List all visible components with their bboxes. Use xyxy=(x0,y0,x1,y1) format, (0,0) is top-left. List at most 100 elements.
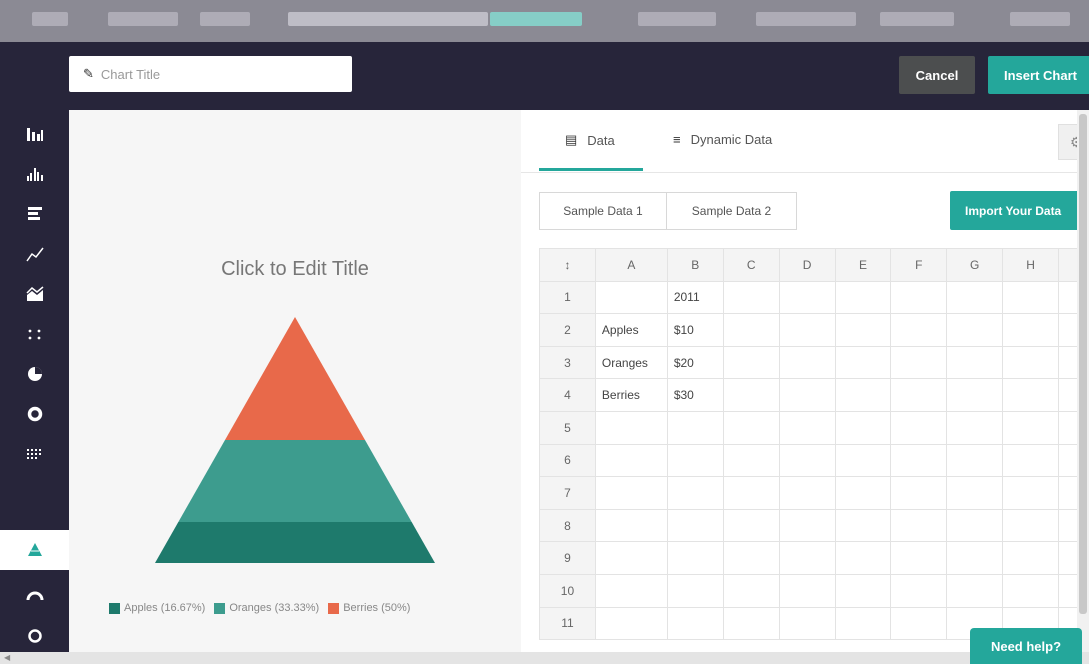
table-cell[interactable] xyxy=(890,508,948,543)
table-cell[interactable] xyxy=(722,443,780,478)
table-cell[interactable] xyxy=(834,280,892,315)
row-header[interactable]: 8 xyxy=(539,508,596,543)
table-cell[interactable] xyxy=(722,378,780,412)
table-cell[interactable] xyxy=(946,541,1004,575)
table-cell[interactable] xyxy=(834,443,892,478)
table-cell[interactable] xyxy=(722,606,780,641)
table-cell[interactable] xyxy=(946,313,1004,347)
table-cell[interactable] xyxy=(834,573,892,608)
table-cell[interactable] xyxy=(778,313,836,347)
table-cell[interactable] xyxy=(946,573,1004,608)
table-cell[interactable] xyxy=(594,606,668,641)
table-cell[interactable]: 2011 xyxy=(666,280,724,315)
scrollbar-thumb[interactable] xyxy=(1079,114,1087,614)
column-header[interactable]: A xyxy=(594,248,668,282)
table-cell[interactable] xyxy=(722,280,780,315)
legend-item[interactable]: Oranges (33.33%) xyxy=(214,602,319,614)
table-cell[interactable] xyxy=(594,573,668,608)
table-cell[interactable] xyxy=(834,541,892,575)
column-header[interactable]: F xyxy=(890,248,948,282)
table-cell[interactable]: Oranges xyxy=(594,345,668,380)
table-cell[interactable]: Berries xyxy=(594,378,668,412)
table-cell[interactable] xyxy=(890,410,948,445)
scatter-chart-icon[interactable] xyxy=(0,314,69,354)
table-cell[interactable] xyxy=(834,410,892,445)
legend-item[interactable]: Berries (50%) xyxy=(328,602,410,614)
table-cell[interactable] xyxy=(890,443,948,478)
row-header[interactable]: 11 xyxy=(539,606,596,641)
tab-dynamic-data[interactable]: ≡ Dynamic Data xyxy=(673,132,772,147)
table-cell[interactable] xyxy=(722,476,780,510)
table-cell[interactable] xyxy=(778,410,836,445)
dot-grid-chart-icon[interactable] xyxy=(0,434,69,474)
insert-chart-button[interactable]: Insert Chart xyxy=(988,56,1089,94)
table-cell[interactable] xyxy=(946,443,1004,478)
row-header[interactable]: 1 xyxy=(539,280,596,315)
table-cell[interactable] xyxy=(722,313,780,347)
table-cell[interactable] xyxy=(778,508,836,543)
pyramid-slice-apples[interactable] xyxy=(155,522,435,563)
table-cell[interactable] xyxy=(834,476,892,510)
horizontal-bar-chart-icon[interactable] xyxy=(0,194,69,234)
table-cell[interactable] xyxy=(722,410,780,445)
table-cell[interactable] xyxy=(834,313,892,347)
table-cell[interactable] xyxy=(1002,410,1060,445)
pie-chart-icon[interactable] xyxy=(0,354,69,394)
table-cell[interactable] xyxy=(594,541,668,575)
table-cell[interactable] xyxy=(946,378,1004,412)
table-cell[interactable] xyxy=(946,345,1004,380)
table-cell[interactable] xyxy=(946,410,1004,445)
table-cell[interactable] xyxy=(666,476,724,510)
table-cell[interactable] xyxy=(1002,313,1060,347)
table-cell[interactable]: Apples xyxy=(594,313,668,347)
table-cell[interactable] xyxy=(890,606,948,641)
pyramid-slice-berries[interactable] xyxy=(225,317,365,440)
table-cell[interactable] xyxy=(778,345,836,380)
pyramid-chart-icon[interactable] xyxy=(0,530,69,570)
table-cell[interactable] xyxy=(594,508,668,543)
table-cell[interactable] xyxy=(890,280,948,315)
donut-chart-icon[interactable] xyxy=(0,394,69,434)
table-cell[interactable] xyxy=(666,573,724,608)
tab-data[interactable]: ▤ Data xyxy=(565,132,615,148)
chart-title[interactable]: Click to Edit Title xyxy=(69,258,521,281)
table-cell[interactable] xyxy=(834,508,892,543)
row-header[interactable]: 10 xyxy=(539,573,596,608)
table-cell[interactable] xyxy=(946,280,1004,315)
table-cell[interactable] xyxy=(890,541,948,575)
histogram-icon[interactable] xyxy=(0,154,69,194)
row-header[interactable]: 3 xyxy=(539,345,596,380)
table-cell[interactable] xyxy=(778,541,836,575)
column-header[interactable]: D xyxy=(778,248,836,282)
table-cell[interactable] xyxy=(890,378,948,412)
ring-chart-icon[interactable] xyxy=(0,616,69,656)
table-cell[interactable] xyxy=(946,476,1004,510)
table-cell[interactable] xyxy=(594,476,668,510)
table-cell[interactable] xyxy=(666,606,724,641)
bar-chart-icon[interactable] xyxy=(0,114,69,154)
gauge-chart-icon[interactable] xyxy=(0,576,69,616)
table-cell[interactable]: $10 xyxy=(666,313,724,347)
horizontal-scrollbar[interactable]: ◀ xyxy=(0,652,1089,664)
import-data-button[interactable]: Import Your Data xyxy=(950,191,1089,230)
area-chart-icon[interactable] xyxy=(0,274,69,314)
table-cell[interactable] xyxy=(722,345,780,380)
table-cell[interactable] xyxy=(778,280,836,315)
table-cell[interactable] xyxy=(722,508,780,543)
table-cell[interactable] xyxy=(1002,573,1060,608)
table-cell[interactable] xyxy=(1002,541,1060,575)
table-cell[interactable] xyxy=(594,280,668,315)
sample-data-2-button[interactable]: Sample Data 2 xyxy=(666,192,797,230)
table-cell[interactable] xyxy=(890,345,948,380)
row-header[interactable]: 5 xyxy=(539,410,596,445)
table-cell[interactable] xyxy=(890,313,948,347)
table-cell[interactable] xyxy=(834,606,892,641)
table-cell[interactable] xyxy=(1002,345,1060,380)
table-cell[interactable] xyxy=(778,476,836,510)
row-header[interactable]: 4 xyxy=(539,378,596,412)
table-cell[interactable] xyxy=(946,508,1004,543)
table-cell[interactable] xyxy=(666,410,724,445)
need-help-button[interactable]: Need help? xyxy=(970,628,1082,664)
row-header[interactable]: 6 xyxy=(539,443,596,478)
table-cell[interactable] xyxy=(834,345,892,380)
